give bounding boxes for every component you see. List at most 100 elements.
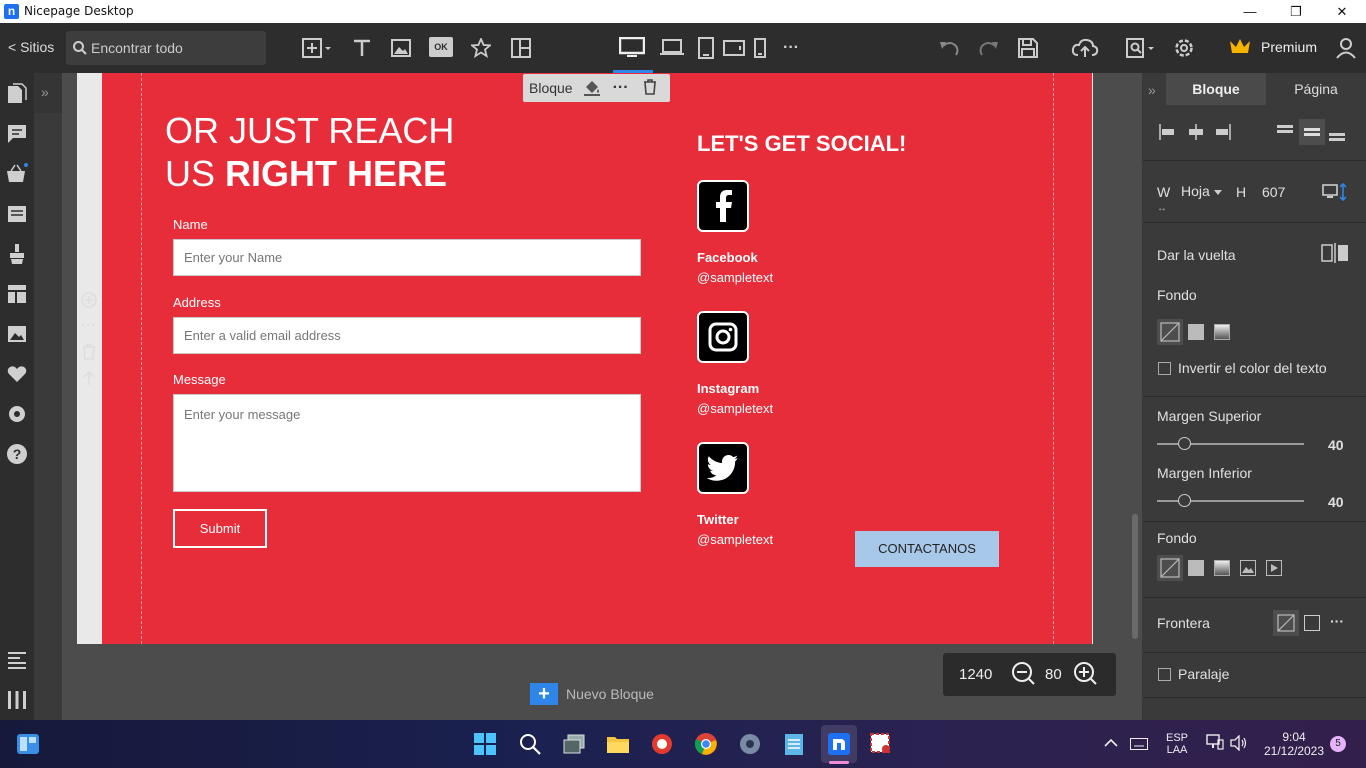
bg2-color-icon[interactable] xyxy=(1188,560,1204,576)
icon-tool-button[interactable] xyxy=(469,35,493,61)
clock[interactable]: 9:04 21/12/2023 xyxy=(1262,730,1326,758)
section-heading[interactable]: OR JUST REACH US RIGHT HERE xyxy=(165,109,454,195)
tab-block[interactable]: Bloque xyxy=(1166,73,1266,105)
align-right-icon[interactable] xyxy=(1212,124,1232,145)
margin-top-value[interactable]: 40 xyxy=(1328,437,1344,453)
bg2-video-icon[interactable] xyxy=(1266,560,1282,581)
valign-bottom-icon[interactable] xyxy=(1327,122,1347,147)
sidebar-item-blocks[interactable] xyxy=(5,282,29,306)
language-indicator[interactable]: ESP LAA xyxy=(1162,732,1192,756)
border-box-icon[interactable] xyxy=(1304,615,1320,631)
social-heading[interactable]: LET'S GET SOCIAL! xyxy=(697,131,906,157)
sidebar-item-favorites[interactable] xyxy=(5,362,29,386)
parallax-checkbox[interactable] xyxy=(1158,668,1171,681)
sidebar-item-comments[interactable] xyxy=(5,122,29,146)
add-block-icon[interactable] xyxy=(81,292,97,312)
sidebar-item-shop[interactable] xyxy=(5,162,29,186)
instagram-icon[interactable] xyxy=(697,311,749,363)
zoom-value[interactable]: 80 xyxy=(1045,666,1067,683)
layout-tool-button[interactable] xyxy=(509,35,533,61)
sidebar-item-theme[interactable] xyxy=(5,242,29,266)
bg2-image-icon[interactable] xyxy=(1240,560,1256,581)
close-button[interactable]: ✕ xyxy=(1319,1,1365,23)
canvas-width-value[interactable]: 1240 xyxy=(959,666,999,683)
snipping-tool-icon[interactable] xyxy=(868,731,894,757)
network-icon[interactable] xyxy=(1206,734,1224,755)
block-more-icon[interactable]: ··· xyxy=(81,317,96,334)
minimize-button[interactable]: — xyxy=(1227,1,1273,23)
valign-middle-icon[interactable] xyxy=(1299,119,1325,145)
keyboard-icon[interactable] xyxy=(1130,737,1148,755)
premium-button[interactable]: Premium xyxy=(1261,39,1317,55)
sidebar-item-columns[interactable] xyxy=(5,688,29,712)
bg-none-icon[interactable] xyxy=(1157,319,1183,345)
zoom-in-button[interactable] xyxy=(1073,661,1097,689)
sidebar-item-blog[interactable] xyxy=(5,202,29,226)
notification-badge[interactable]: 5 xyxy=(1330,736,1346,752)
border-more-button[interactable]: ··· xyxy=(1330,613,1344,629)
more-options-button[interactable]: ··· xyxy=(780,35,802,61)
responsive-height-icon[interactable] xyxy=(1322,182,1348,206)
redo-button[interactable] xyxy=(977,35,1001,61)
search-input[interactable]: Encontrar todo xyxy=(91,40,183,56)
bg2-none-icon[interactable] xyxy=(1157,555,1183,581)
publish-button[interactable] xyxy=(1070,35,1100,61)
invert-text-checkbox[interactable] xyxy=(1158,362,1171,375)
width-select[interactable]: Hoja xyxy=(1181,183,1210,199)
save-button[interactable] xyxy=(1016,35,1040,61)
volume-icon[interactable] xyxy=(1230,734,1248,756)
height-value[interactable]: 607 xyxy=(1262,184,1285,200)
canvas-scrollbar[interactable] xyxy=(1132,514,1138,639)
device-desktop-button[interactable] xyxy=(618,35,646,61)
contact-button[interactable]: CONTACTANOS xyxy=(855,531,999,567)
border-none-icon[interactable] xyxy=(1273,610,1299,636)
margin-bottom-value[interactable]: 40 xyxy=(1328,494,1344,510)
align-center-icon[interactable] xyxy=(1186,124,1206,145)
task-view-icon[interactable] xyxy=(561,731,587,757)
fill-bucket-icon[interactable] xyxy=(583,78,601,99)
search-box[interactable]: Encontrar todo xyxy=(66,31,266,65)
new-block-button[interactable]: + Nuevo Bloque xyxy=(530,683,654,705)
margin-bottom-slider-handle[interactable] xyxy=(1178,494,1191,507)
undo-button[interactable] xyxy=(937,35,961,61)
bg2-gradient-icon[interactable] xyxy=(1214,560,1230,576)
device-tablet-landscape-button[interactable] xyxy=(722,35,746,61)
move-up-icon[interactable] xyxy=(81,370,97,390)
flip-icon[interactable] xyxy=(1321,243,1349,268)
delete-block-icon[interactable] xyxy=(81,344,97,364)
twitter-icon[interactable] xyxy=(697,442,749,494)
address-input[interactable]: Enter a valid email address xyxy=(173,317,641,354)
tab-page[interactable]: Página xyxy=(1266,73,1366,105)
valign-top-icon[interactable] xyxy=(1275,122,1295,147)
sidebar-item-outline[interactable] xyxy=(5,648,29,672)
image-tool-button[interactable] xyxy=(389,35,413,61)
align-left-icon[interactable] xyxy=(1158,124,1178,145)
widgets-icon[interactable] xyxy=(16,733,40,760)
facebook-icon[interactable] xyxy=(697,180,749,232)
sidebar-item-images[interactable] xyxy=(5,322,29,346)
device-phone-button[interactable] xyxy=(752,35,768,61)
submit-button[interactable]: Submit xyxy=(173,509,267,548)
sidebar-item-help[interactable]: ? xyxy=(5,442,29,466)
add-element-button[interactable] xyxy=(300,35,334,61)
device-laptop-button[interactable] xyxy=(658,35,686,61)
taskbar-search-icon[interactable] xyxy=(517,731,543,757)
maximize-button[interactable]: ❐ xyxy=(1273,1,1319,23)
bg-color-icon[interactable] xyxy=(1188,324,1204,340)
show-hidden-icons-icon[interactable] xyxy=(1104,737,1118,751)
margin-top-slider-handle[interactable] xyxy=(1178,437,1191,450)
collapse-panel-icon[interactable]: » xyxy=(1148,82,1156,98)
preview-button[interactable] xyxy=(1124,35,1158,61)
button-tool-button[interactable]: OK xyxy=(429,37,453,57)
settings-button[interactable] xyxy=(1172,35,1196,61)
app-red-icon[interactable] xyxy=(649,731,675,757)
sites-button[interactable]: < Sitios xyxy=(8,39,54,55)
expand-sidebar-icon[interactable]: » xyxy=(41,84,49,100)
chrome-icon[interactable] xyxy=(693,731,719,757)
text-tool-button[interactable] xyxy=(350,35,374,61)
device-tablet-button[interactable] xyxy=(696,35,716,61)
block-more-button[interactable]: ··· xyxy=(613,79,629,97)
sidebar-item-pages[interactable] xyxy=(5,82,29,106)
bg-gradient-icon[interactable] xyxy=(1214,324,1230,340)
account-button[interactable] xyxy=(1334,35,1358,61)
